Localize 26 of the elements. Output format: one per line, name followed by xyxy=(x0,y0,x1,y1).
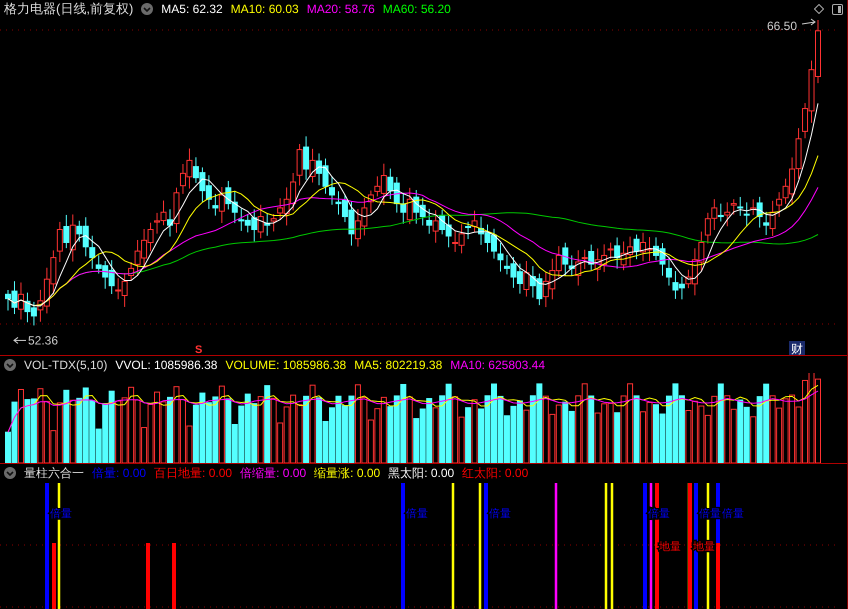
high-price-label: 66.50 xyxy=(767,19,798,33)
signal-label: 倍量 xyxy=(489,508,511,520)
indicator-value: VVOL: 1085986.38 xyxy=(115,356,218,374)
indicator-value: MA5: 802219.38 xyxy=(354,356,442,374)
signal-marker: S xyxy=(195,344,202,355)
indicator-value: MA60: 56.20 xyxy=(382,1,451,18)
low-price-label: 52.36 xyxy=(28,333,58,348)
signal-label: 倍量 xyxy=(648,508,670,520)
indicator-value: MA5: 62.32 xyxy=(161,1,223,18)
stock-title: 格力电器(日线,前复权) xyxy=(4,0,134,18)
indicator-value: 倍缩量: 0.00 xyxy=(240,464,306,482)
indicator-value: 缩量涨: 0.00 xyxy=(314,464,380,482)
finance-marker: 财 xyxy=(789,341,805,355)
indicator-title: 量柱六合一 xyxy=(24,464,84,482)
indicator-value: 黑太阳: 0.00 xyxy=(388,464,454,482)
indicator-value: MA20: 58.76 xyxy=(306,1,375,18)
indicator-value: 倍量: 0.00 xyxy=(92,464,146,482)
indicator-value: VOLUME: 1085986.38 xyxy=(225,356,346,374)
indicator-title: VOL-TDX(5,10) xyxy=(24,356,108,374)
signal-label: 倍量 xyxy=(722,508,744,520)
indicator-value: 红太阳: 0.00 xyxy=(462,464,528,482)
signal-label: 倍量 xyxy=(406,508,428,520)
indicator-value: MA10: 625803.44 xyxy=(450,356,546,374)
signal-label: 地量 xyxy=(659,541,681,553)
indicator-value: MA10: 60.03 xyxy=(230,1,299,18)
indicator-value: 百日地量: 0.00 xyxy=(154,464,232,482)
